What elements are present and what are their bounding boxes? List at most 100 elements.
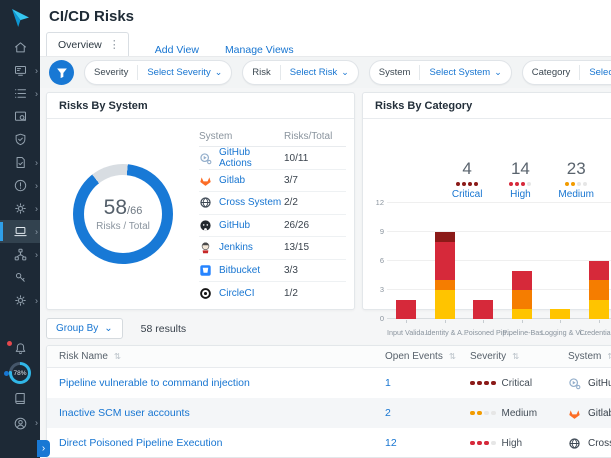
sidebar-item-shield-check[interactable] bbox=[0, 128, 40, 151]
column-header-risk-name[interactable]: Risk Name⇅ bbox=[47, 351, 373, 362]
sidebar-item-docs[interactable] bbox=[0, 389, 40, 407]
filter-value[interactable]: Select Risk bbox=[281, 67, 342, 78]
risk-name-link[interactable]: Pipeline vulnerable to command injection bbox=[59, 377, 250, 389]
add-view-link[interactable]: Add View bbox=[155, 44, 199, 56]
open-events-link[interactable]: 12 bbox=[385, 437, 397, 449]
open-events-cell: 1 bbox=[373, 377, 458, 389]
y-tick-label: 9 bbox=[373, 227, 384, 236]
dot bbox=[515, 182, 519, 186]
dot bbox=[577, 182, 581, 186]
chevron-right-icon: › bbox=[35, 419, 38, 428]
chevron-right-icon: › bbox=[35, 227, 38, 236]
system-row: GitHub26/26 bbox=[199, 215, 346, 238]
sort-icon[interactable]: ⇅ bbox=[114, 351, 121, 362]
system-link[interactable]: Jenkins bbox=[199, 241, 284, 254]
sidebar-expand-chevron-icon[interactable]: › bbox=[37, 440, 50, 457]
dot bbox=[474, 182, 478, 186]
sidebar-item-admin[interactable]: › bbox=[0, 289, 40, 312]
sort-icon[interactable]: ⇅ bbox=[607, 351, 611, 362]
bar-6[interactable] bbox=[589, 261, 609, 319]
chevron-right-icon: › bbox=[35, 181, 38, 190]
app-logo-icon[interactable] bbox=[0, 0, 40, 36]
main-area: CI/CD Risks Overview ⋮ Add View Manage V… bbox=[40, 0, 611, 458]
filter-label: System bbox=[370, 67, 420, 78]
risks-donut-chart[interactable]: 58/66 Risks / Total bbox=[73, 164, 173, 264]
group-by-button[interactable]: Group By ⌄ bbox=[46, 318, 123, 339]
filter-value[interactable]: Select System bbox=[420, 67, 494, 78]
risk-name-link[interactable]: Inactive SCM user accounts bbox=[59, 407, 190, 419]
system-risks-total: 3/3 bbox=[284, 265, 346, 276]
system-link[interactable]: CircleCI bbox=[199, 287, 284, 300]
system-link[interactable]: GitHub bbox=[199, 219, 284, 232]
dot bbox=[477, 441, 482, 446]
stat-high[interactable]: 14High bbox=[509, 159, 531, 200]
open-events-cell: 12 bbox=[373, 437, 458, 449]
bar-1[interactable] bbox=[396, 300, 416, 319]
y-tick-label: 6 bbox=[373, 256, 384, 265]
sidebar-item-account[interactable]: › bbox=[0, 414, 40, 432]
filter-pill-risk[interactable]: RiskSelect Risk⌄ bbox=[242, 60, 359, 85]
dot bbox=[509, 182, 513, 186]
stat-count: 23 bbox=[567, 159, 586, 179]
open-events-link[interactable]: 2 bbox=[385, 407, 391, 419]
sort-icon[interactable]: ⇅ bbox=[512, 351, 519, 362]
filter-value[interactable]: Select Category bbox=[580, 67, 611, 78]
filter-funnel-button[interactable] bbox=[49, 60, 74, 85]
x-tick bbox=[522, 320, 523, 323]
filter-pill-category[interactable]: CategorySelect Category⌄ bbox=[522, 60, 611, 85]
dot bbox=[484, 441, 489, 446]
system-name: Bitbucket bbox=[219, 265, 260, 276]
github-icon bbox=[199, 219, 212, 232]
circleci-icon bbox=[199, 287, 212, 300]
severity-dots-icon bbox=[565, 182, 587, 186]
manage-views-link[interactable]: Manage Views bbox=[225, 44, 294, 56]
risk-name-link[interactable]: Direct Poisoned Pipeline Execution bbox=[59, 437, 222, 449]
column-header-open-events[interactable]: Open Events⇅ bbox=[373, 351, 458, 362]
column-header-severity[interactable]: Severity⇅ bbox=[458, 351, 556, 362]
sidebar-item-inventory[interactable] bbox=[0, 105, 40, 128]
sidebar-item-score[interactable]: 78% bbox=[0, 364, 40, 382]
cross-system-icon bbox=[199, 196, 212, 209]
bar-4[interactable] bbox=[512, 271, 532, 319]
caret-down-icon: ⌄ bbox=[104, 323, 112, 334]
sidebar-item-network[interactable]: › bbox=[0, 243, 40, 266]
system-cell: GitHub Actions bbox=[556, 377, 611, 390]
system-link[interactable]: Cross System bbox=[199, 196, 284, 209]
dot bbox=[477, 381, 482, 386]
chevron-right-icon: › bbox=[35, 204, 38, 213]
sidebar-item-policies[interactable]: › bbox=[0, 82, 40, 105]
filter-pill-severity[interactable]: SeveritySelect Severity⌄ bbox=[84, 60, 232, 85]
system-value: Gitlab bbox=[568, 407, 611, 420]
sidebar-item-dashboards[interactable]: › bbox=[0, 59, 40, 82]
donut-label: Risks / Total bbox=[96, 221, 150, 232]
filter-pill-system[interactable]: SystemSelect System⌄ bbox=[369, 60, 512, 85]
stat-critical[interactable]: 4Critical bbox=[452, 159, 483, 200]
sidebar-item-settings[interactable]: › bbox=[0, 197, 40, 220]
sidebar: ›››››››› 78%› bbox=[0, 0, 40, 458]
gridline bbox=[387, 318, 611, 319]
tab-menu-kebab-icon[interactable]: ⋮ bbox=[109, 38, 120, 51]
tab-overview[interactable]: Overview ⋮ bbox=[46, 32, 129, 56]
system-link[interactable]: GitHub Actions bbox=[199, 147, 284, 169]
bar-2[interactable] bbox=[435, 232, 455, 319]
system-link[interactable]: Bitbucket bbox=[199, 264, 284, 277]
dot bbox=[477, 411, 482, 416]
bar-5[interactable] bbox=[550, 309, 570, 319]
system-link[interactable]: Gitlab bbox=[199, 174, 284, 187]
stat-medium[interactable]: 23Medium bbox=[558, 159, 594, 200]
sidebar-item-keys[interactable] bbox=[0, 266, 40, 289]
column-header-system[interactable]: System⇅ bbox=[556, 351, 611, 362]
bar-3[interactable] bbox=[473, 300, 493, 319]
sidebar-item-cicd[interactable]: › bbox=[0, 220, 40, 243]
sort-icon[interactable]: ⇅ bbox=[449, 351, 456, 362]
filter-value[interactable]: Select Severity bbox=[138, 67, 214, 78]
sidebar-item-compliance[interactable]: › bbox=[0, 151, 40, 174]
system-row: Cross System2/2 bbox=[199, 192, 346, 215]
open-events-link[interactable]: 1 bbox=[385, 377, 391, 389]
dot bbox=[484, 381, 489, 386]
sidebar-item-home[interactable] bbox=[0, 36, 40, 59]
sidebar-item-notifications[interactable] bbox=[0, 339, 40, 357]
filter-label: Severity bbox=[85, 67, 137, 78]
x-tick bbox=[483, 320, 484, 323]
sidebar-item-issues[interactable]: › bbox=[0, 174, 40, 197]
